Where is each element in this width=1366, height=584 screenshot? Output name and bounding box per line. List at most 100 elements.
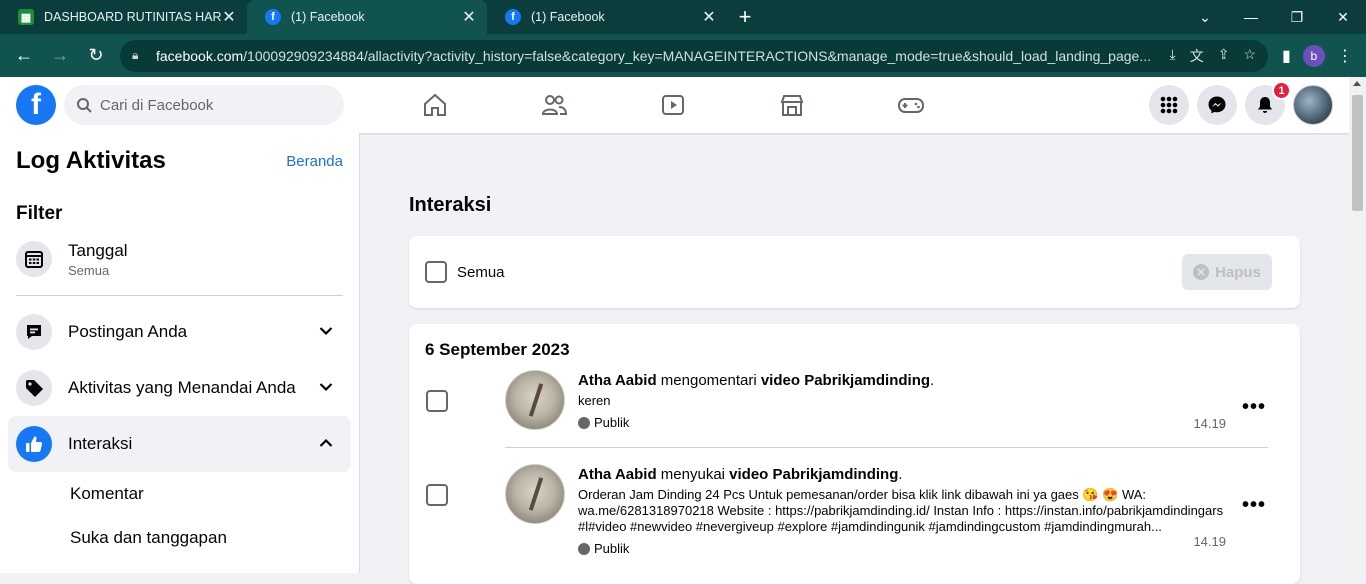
filter-heading: Filter xyxy=(16,203,63,224)
forward-icon[interactable]: → xyxy=(44,40,76,72)
delete-label: Hapus xyxy=(1215,263,1261,281)
sidebar-item-label: Aktivitas yang Menandai Anda xyxy=(68,378,296,397)
tab-label: DASHBOARD RUTINITAS HARIAN xyxy=(44,10,221,24)
scroll-up-icon[interactable] xyxy=(1353,81,1361,86)
delete-button[interactable]: ✕ Hapus xyxy=(1182,254,1272,290)
back-icon[interactable]: ← xyxy=(8,40,40,72)
facebook-search-box[interactable] xyxy=(64,85,344,125)
facebook-logo-icon[interactable]: f xyxy=(16,85,56,125)
date-filter-label: Tanggal xyxy=(68,240,128,260)
select-all-label: Semua xyxy=(457,263,505,281)
entry-time: 14.19 xyxy=(1193,416,1226,431)
home-link[interactable]: Beranda xyxy=(286,153,343,170)
browser-tab-facebook[interactable]: f (1) Facebook ✕ xyxy=(487,0,727,34)
side-panel-icon[interactable]: ▮ xyxy=(1282,46,1291,66)
window-controls: ⌄ — ❐ ✕ xyxy=(1182,0,1366,34)
more-options-icon[interactable]: ••• xyxy=(1242,396,1266,419)
notifications-bell-icon[interactable]: 1 xyxy=(1245,81,1291,125)
lock-icon: 🔒︎ xyxy=(132,48,139,62)
globe-icon xyxy=(578,542,590,555)
new-tab-button[interactable]: + xyxy=(727,0,763,34)
watch-video-icon[interactable] xyxy=(613,77,732,133)
select-all-checkbox[interactable] xyxy=(425,261,447,283)
url-text: facebook.com/100092909234884/allactivity… xyxy=(156,47,1151,64)
facebook-favicon-icon: f xyxy=(265,9,281,25)
select-all-card: Semua ✕ Hapus xyxy=(409,236,1300,308)
tab-close-icon[interactable]: ✕ xyxy=(701,7,717,27)
privacy-label: Publik xyxy=(578,415,1226,430)
sidebar-item-label: Interaksi xyxy=(68,434,133,453)
activity-log-sidebar: Log Aktivitas Beranda Filter Tanggal Sem… xyxy=(0,133,360,573)
menu-kebab-icon[interactable]: ⋮ xyxy=(1337,46,1353,66)
close-window-icon[interactable]: ✕ xyxy=(1320,0,1366,34)
minimize-icon[interactable]: — xyxy=(1228,0,1274,34)
date-header: 6 September 2023 xyxy=(425,340,570,359)
gaming-icon[interactable] xyxy=(851,77,970,133)
main-content: Interaksi Semua ✕ Hapus 6 September 2023… xyxy=(409,133,1300,584)
globe-icon xyxy=(578,416,590,429)
translate-icon[interactable]: 文 xyxy=(1190,46,1204,66)
sidebar-item-label: Postingan Anda xyxy=(68,322,188,341)
reload-icon[interactable]: ↻ xyxy=(80,40,112,72)
tab-close-icon[interactable]: ✕ xyxy=(221,7,237,27)
account-avatar[interactable] xyxy=(1293,85,1333,125)
facebook-favicon-icon: f xyxy=(505,9,521,25)
tab-search-icon[interactable]: ⌄ xyxy=(1182,0,1228,34)
share-icon[interactable]: ⇪ xyxy=(1218,46,1230,66)
bookmark-star-icon[interactable]: ☆ xyxy=(1243,46,1256,66)
entry-checkbox[interactable] xyxy=(426,390,448,412)
entry-headline[interactable]: Atha Aabid mengomentari video Pabrikjamd… xyxy=(578,372,1226,389)
tag-icon xyxy=(16,370,52,406)
scrollbar-thumb[interactable] xyxy=(1352,95,1363,211)
sidebar-subitem-comments[interactable]: Komentar xyxy=(8,472,351,516)
menu-grid-icon[interactable] xyxy=(1149,85,1189,125)
browser-tab-dashboard[interactable]: ▦ DASHBOARD RUTINITAS HARIAN ✕ xyxy=(0,0,247,34)
list-item: Atha Aabid menyukai video Pabrikjamdindi… xyxy=(425,464,1284,564)
marketplace-icon[interactable] xyxy=(732,77,851,133)
chevron-down-icon xyxy=(319,379,333,397)
tab-label: (1) Facebook xyxy=(531,10,605,24)
entry-text: keren xyxy=(578,393,611,408)
page-scrollbar[interactable] xyxy=(1349,77,1366,573)
sidebar-item-date-filter[interactable]: Tanggal Semua xyxy=(8,231,351,287)
home-icon[interactable] xyxy=(375,77,494,133)
entry-thumbnail[interactable] xyxy=(505,370,565,430)
tab-close-icon[interactable]: ✕ xyxy=(461,7,477,27)
tab-label: (1) Facebook xyxy=(291,10,365,24)
chevron-down-icon xyxy=(319,323,333,341)
messenger-icon[interactable] xyxy=(1197,85,1237,125)
search-icon xyxy=(77,98,92,113)
entry-headline[interactable]: Atha Aabid menyukai video Pabrikjamdindi… xyxy=(578,466,1226,483)
search-input[interactable] xyxy=(100,96,320,114)
entry-divider xyxy=(505,447,1268,448)
chevron-up-icon xyxy=(319,435,333,453)
notification-badge: 1 xyxy=(1272,81,1291,100)
sidebar-item-your-posts[interactable]: Postingan Anda xyxy=(8,304,351,360)
sidebar-item-tagged-activity[interactable]: Aktivitas yang Menandai Anda xyxy=(8,360,351,416)
more-options-icon[interactable]: ••• xyxy=(1242,494,1266,517)
calendar-icon xyxy=(16,241,52,277)
entry-text: Orderan Jam Dinding 24 Pcs Untuk pemesan… xyxy=(578,487,1224,534)
maximize-icon[interactable]: ❐ xyxy=(1274,0,1320,34)
browser-toolbar: ← → ↻ 🔒︎ facebook.com/100092909234884/al… xyxy=(0,34,1366,77)
install-icon[interactable]: ⤓ xyxy=(1170,46,1176,66)
sidebar-subitem-likes-reactions[interactable]: Suka dan tanggapan xyxy=(8,516,351,560)
thumbs-up-icon xyxy=(16,426,52,462)
address-bar[interactable]: 🔒︎ facebook.com/100092909234884/allactiv… xyxy=(120,39,1268,72)
sheets-favicon-icon: ▦ xyxy=(18,9,34,25)
activity-list-card: 6 September 2023 Atha Aabid mengomentari… xyxy=(409,324,1300,584)
posts-icon xyxy=(16,314,52,350)
entry-checkbox[interactable] xyxy=(426,484,448,506)
profile-avatar[interactable]: b xyxy=(1302,44,1325,67)
entry-thumbnail[interactable] xyxy=(505,464,565,524)
browser-tab-facebook-active[interactable]: f (1) Facebook ✕ xyxy=(247,0,487,34)
entry-time: 14.19 xyxy=(1193,534,1226,549)
date-filter-value: Semua xyxy=(68,262,110,278)
privacy-label: Publik xyxy=(578,541,1226,556)
friends-icon[interactable] xyxy=(494,77,613,133)
delete-x-icon: ✕ xyxy=(1193,264,1210,280)
list-item: Atha Aabid mengomentari video Pabrikjamd… xyxy=(425,370,1284,448)
sidebar-divider xyxy=(16,295,343,296)
sidebar-item-interactions[interactable]: Interaksi xyxy=(8,416,351,472)
facebook-top-nav: f 1 xyxy=(0,77,1349,133)
